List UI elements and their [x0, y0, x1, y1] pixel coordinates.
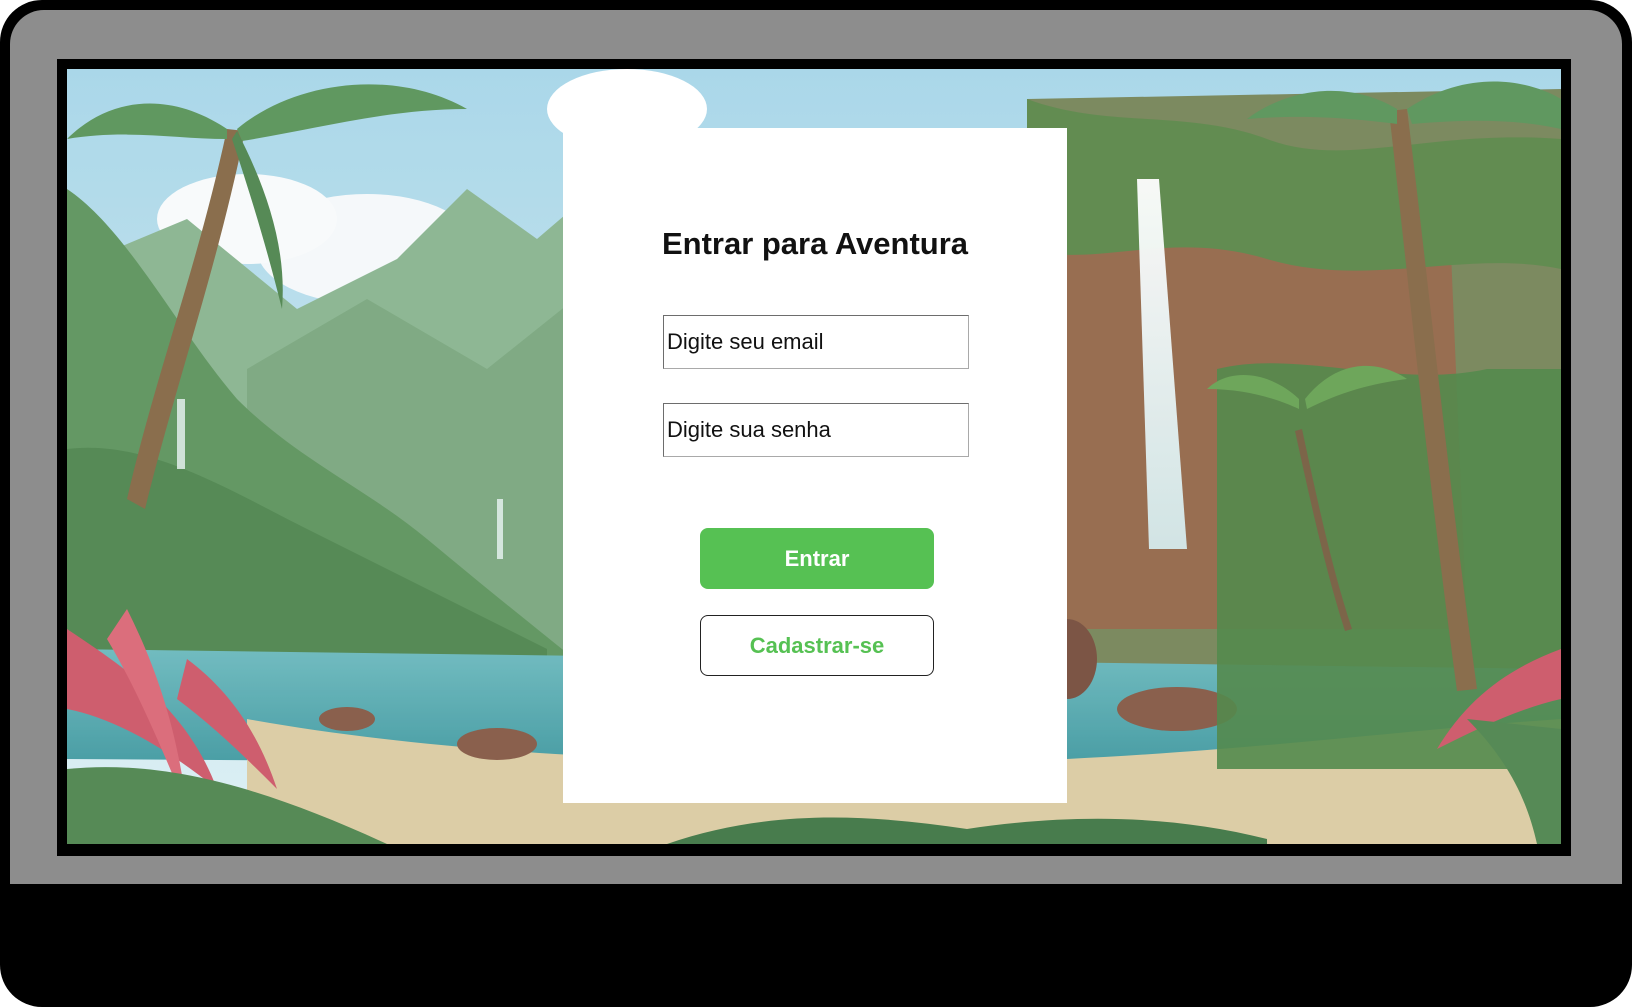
login-button[interactable]: Entrar	[700, 528, 934, 589]
login-card: Entrar para Aventura Entrar Cadastrar-se	[563, 128, 1067, 803]
email-input[interactable]	[663, 315, 969, 369]
signup-button[interactable]: Cadastrar-se	[700, 615, 934, 676]
password-input[interactable]	[663, 403, 969, 457]
monitor-frame: Entrar para Aventura Entrar Cadastrar-se	[0, 0, 1632, 1007]
login-title: Entrar para Aventura	[661, 226, 969, 261]
